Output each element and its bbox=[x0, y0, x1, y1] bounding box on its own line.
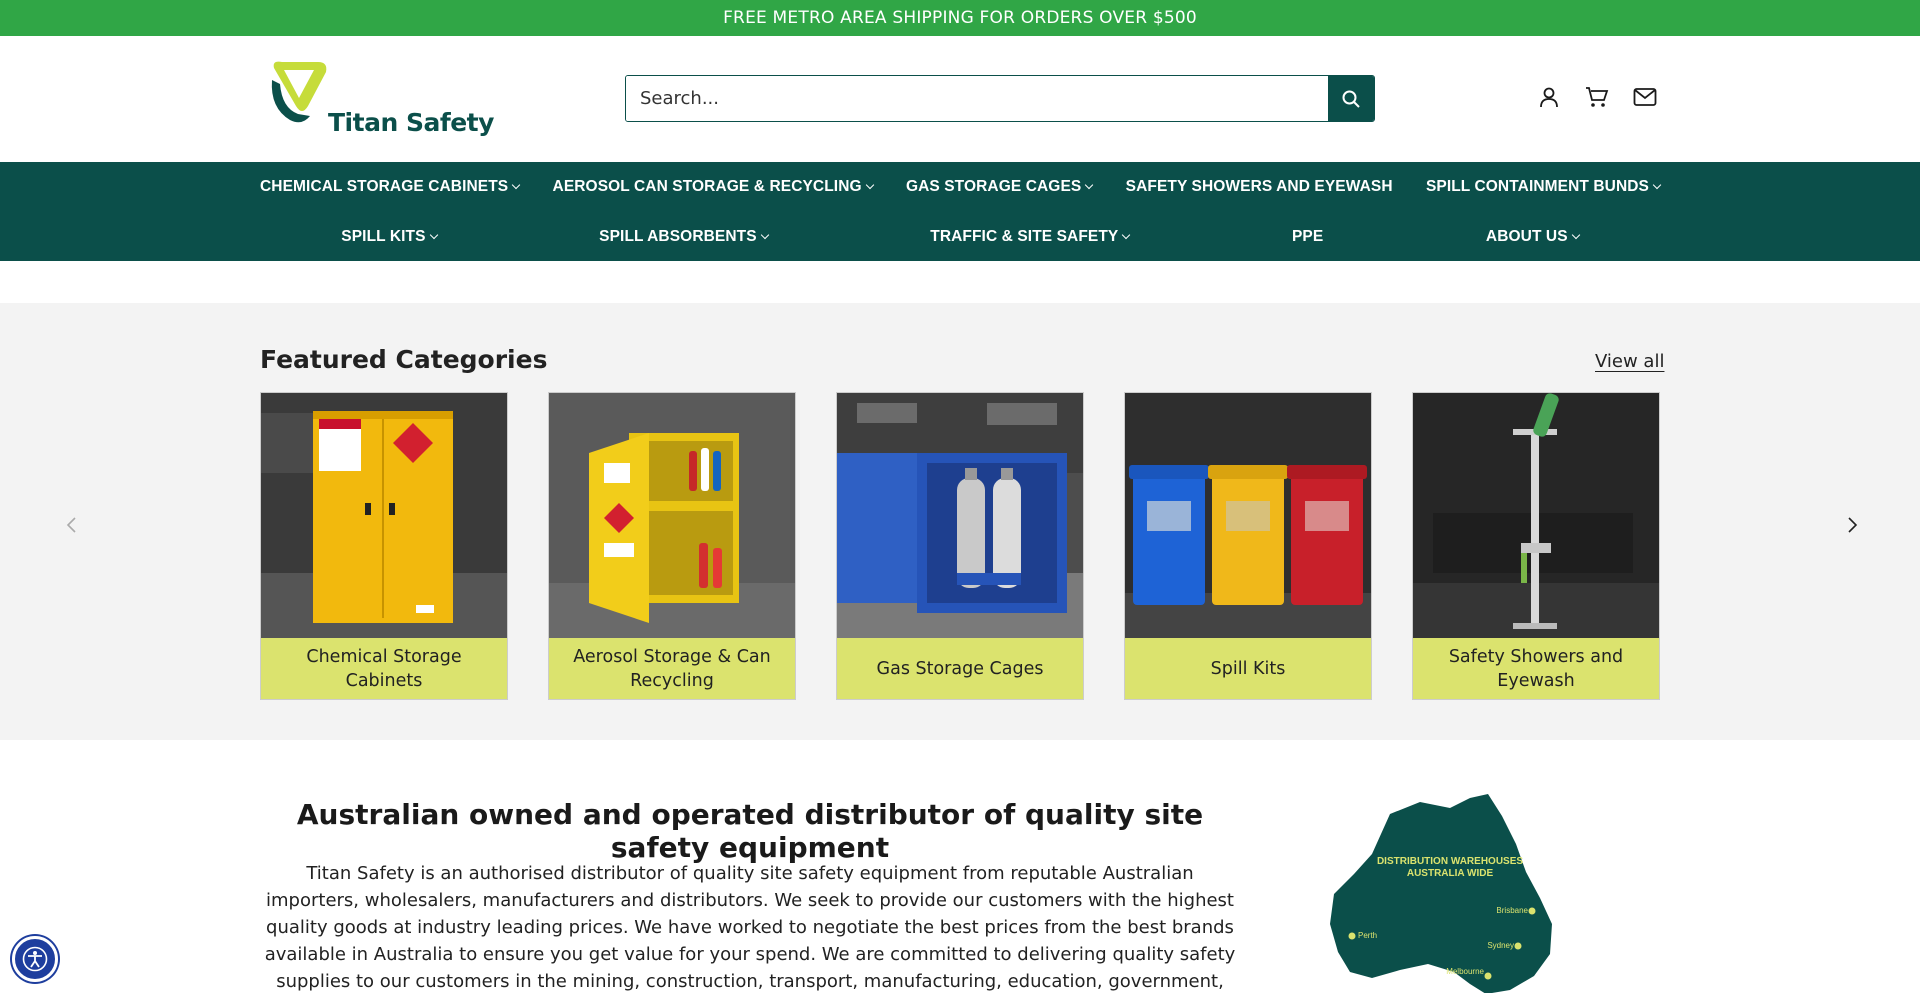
chevron-down-icon bbox=[1652, 180, 1662, 190]
about-title: Australian owned and operated distributo… bbox=[296, 798, 1204, 864]
australia-map-icon: DISTRIBUTION WAREHOUSES AUSTRALIA WIDE B… bbox=[1330, 794, 1552, 993]
nav-row-2: SPILL KITS SPILL ABSORBENTS TRAFFIC & SI… bbox=[260, 212, 1660, 262]
chevron-down-icon bbox=[865, 180, 874, 190]
logo-text: Titan Safety bbox=[328, 108, 494, 137]
chevron-down-icon bbox=[1122, 230, 1131, 240]
announcement-text: FREE METRO AREA SHIPPING FOR ORDERS OVER… bbox=[723, 8, 1197, 28]
cart-icon[interactable] bbox=[1584, 84, 1610, 110]
nav-item-chemical-storage-cabinets[interactable]: CHEMICAL STORAGE CABINETS bbox=[260, 178, 521, 196]
map-pin-icon bbox=[1348, 932, 1356, 940]
nav-item-about-us[interactable]: ABOUT US bbox=[1486, 228, 1580, 246]
spacer bbox=[0, 261, 1920, 303]
section-title: Featured Categories bbox=[260, 345, 548, 374]
category-image bbox=[837, 393, 1083, 638]
map-pin-icon bbox=[1528, 907, 1536, 915]
logo[interactable]: Titan Safety bbox=[268, 58, 494, 142]
map-pin-icon bbox=[1514, 942, 1522, 950]
category-label: Safety Showers and Eyewash bbox=[1413, 638, 1659, 699]
category-image bbox=[1125, 393, 1371, 638]
category-card-aerosol-storage[interactable]: Aerosol Storage & Can Recycling bbox=[548, 392, 796, 700]
category-label: Aerosol Storage & Can Recycling bbox=[549, 638, 795, 699]
search-bar bbox=[625, 75, 1375, 122]
accessibility-button[interactable] bbox=[12, 936, 58, 982]
announcement-bar: FREE METRO AREA SHIPPING FOR ORDERS OVER… bbox=[0, 0, 1920, 36]
carousel-prev-icon[interactable] bbox=[62, 515, 82, 535]
city-melbourne: Melbourne bbox=[1446, 967, 1484, 976]
search-button[interactable] bbox=[1328, 76, 1374, 121]
view-all-link[interactable]: View all bbox=[1595, 351, 1664, 372]
category-card-safety-showers[interactable]: Safety Showers and Eyewash bbox=[1412, 392, 1660, 700]
search-icon bbox=[1342, 90, 1360, 108]
australia-map: DISTRIBUTION WAREHOUSES AUSTRALIA WIDE B… bbox=[1320, 794, 1580, 993]
category-label: Spill Kits bbox=[1125, 638, 1371, 699]
nav-row-1: CHEMICAL STORAGE CABINETS AEROSOL CAN ST… bbox=[260, 162, 1662, 212]
about-text: Titan Safety is an authorised distributo… bbox=[264, 863, 1236, 992]
category-label: Chemical Storage Cabinets bbox=[261, 638, 507, 699]
about-section: Australian owned and operated distributo… bbox=[0, 740, 1920, 993]
site-header: Titan Safety bbox=[0, 36, 1920, 162]
chevron-down-icon bbox=[760, 230, 769, 240]
carousel-next-icon[interactable] bbox=[1842, 515, 1862, 535]
chevron-down-icon bbox=[511, 180, 521, 190]
accessibility-icon bbox=[22, 946, 48, 972]
nav-item-gas-storage-cages[interactable]: GAS STORAGE CAGES bbox=[906, 178, 1094, 196]
city-brisbane: Brisbane bbox=[1496, 906, 1528, 915]
category-image bbox=[549, 393, 795, 638]
nav-item-spill-absorbents[interactable]: SPILL ABSORBENTS bbox=[599, 228, 769, 246]
category-card-chemical-storage[interactable]: Chemical Storage Cabinets bbox=[260, 392, 508, 700]
nav-item-aerosol-can-storage[interactable]: AEROSOL CAN STORAGE & RECYCLING bbox=[553, 178, 874, 196]
category-carousel: Chemical Storage Cabinets Aerosol Storag… bbox=[260, 392, 1660, 700]
chevron-down-icon bbox=[1085, 180, 1094, 190]
header-icons bbox=[1536, 84, 1658, 110]
nav-item-ppe[interactable]: PPE bbox=[1292, 228, 1323, 246]
category-card-spill-kits[interactable]: Spill Kits bbox=[1124, 392, 1372, 700]
chevron-down-icon bbox=[1571, 230, 1580, 240]
map-pin-icon bbox=[1484, 972, 1492, 980]
category-card-gas-storage[interactable]: Gas Storage Cages bbox=[836, 392, 1084, 700]
nav-item-safety-showers[interactable]: SAFETY SHOWERS AND EYEWASH bbox=[1126, 178, 1393, 196]
category-label: Gas Storage Cages bbox=[837, 638, 1083, 699]
city-sydney: Sydney bbox=[1487, 941, 1514, 950]
nav-item-traffic-site-safety[interactable]: TRAFFIC & SITE SAFETY bbox=[930, 228, 1131, 246]
search-input[interactable] bbox=[626, 76, 1328, 121]
nav-item-spill-kits[interactable]: SPILL KITS bbox=[341, 228, 438, 246]
mail-icon[interactable] bbox=[1632, 84, 1658, 110]
chevron-down-icon bbox=[429, 230, 438, 240]
main-nav: CHEMICAL STORAGE CABINETS AEROSOL CAN ST… bbox=[0, 162, 1920, 261]
category-image bbox=[1413, 393, 1659, 638]
nav-item-spill-containment-bunds[interactable]: SPILL CONTAINMENT BUNDS bbox=[1426, 178, 1662, 196]
city-perth: Perth bbox=[1358, 931, 1377, 940]
category-image bbox=[261, 393, 507, 638]
map-heading-line2: AUSTRALIA WIDE bbox=[1407, 868, 1494, 879]
account-icon[interactable] bbox=[1536, 84, 1562, 110]
map-heading-line1: DISTRIBUTION WAREHOUSES bbox=[1377, 856, 1523, 867]
featured-categories: Featured Categories View all Chemical St… bbox=[0, 303, 1920, 740]
